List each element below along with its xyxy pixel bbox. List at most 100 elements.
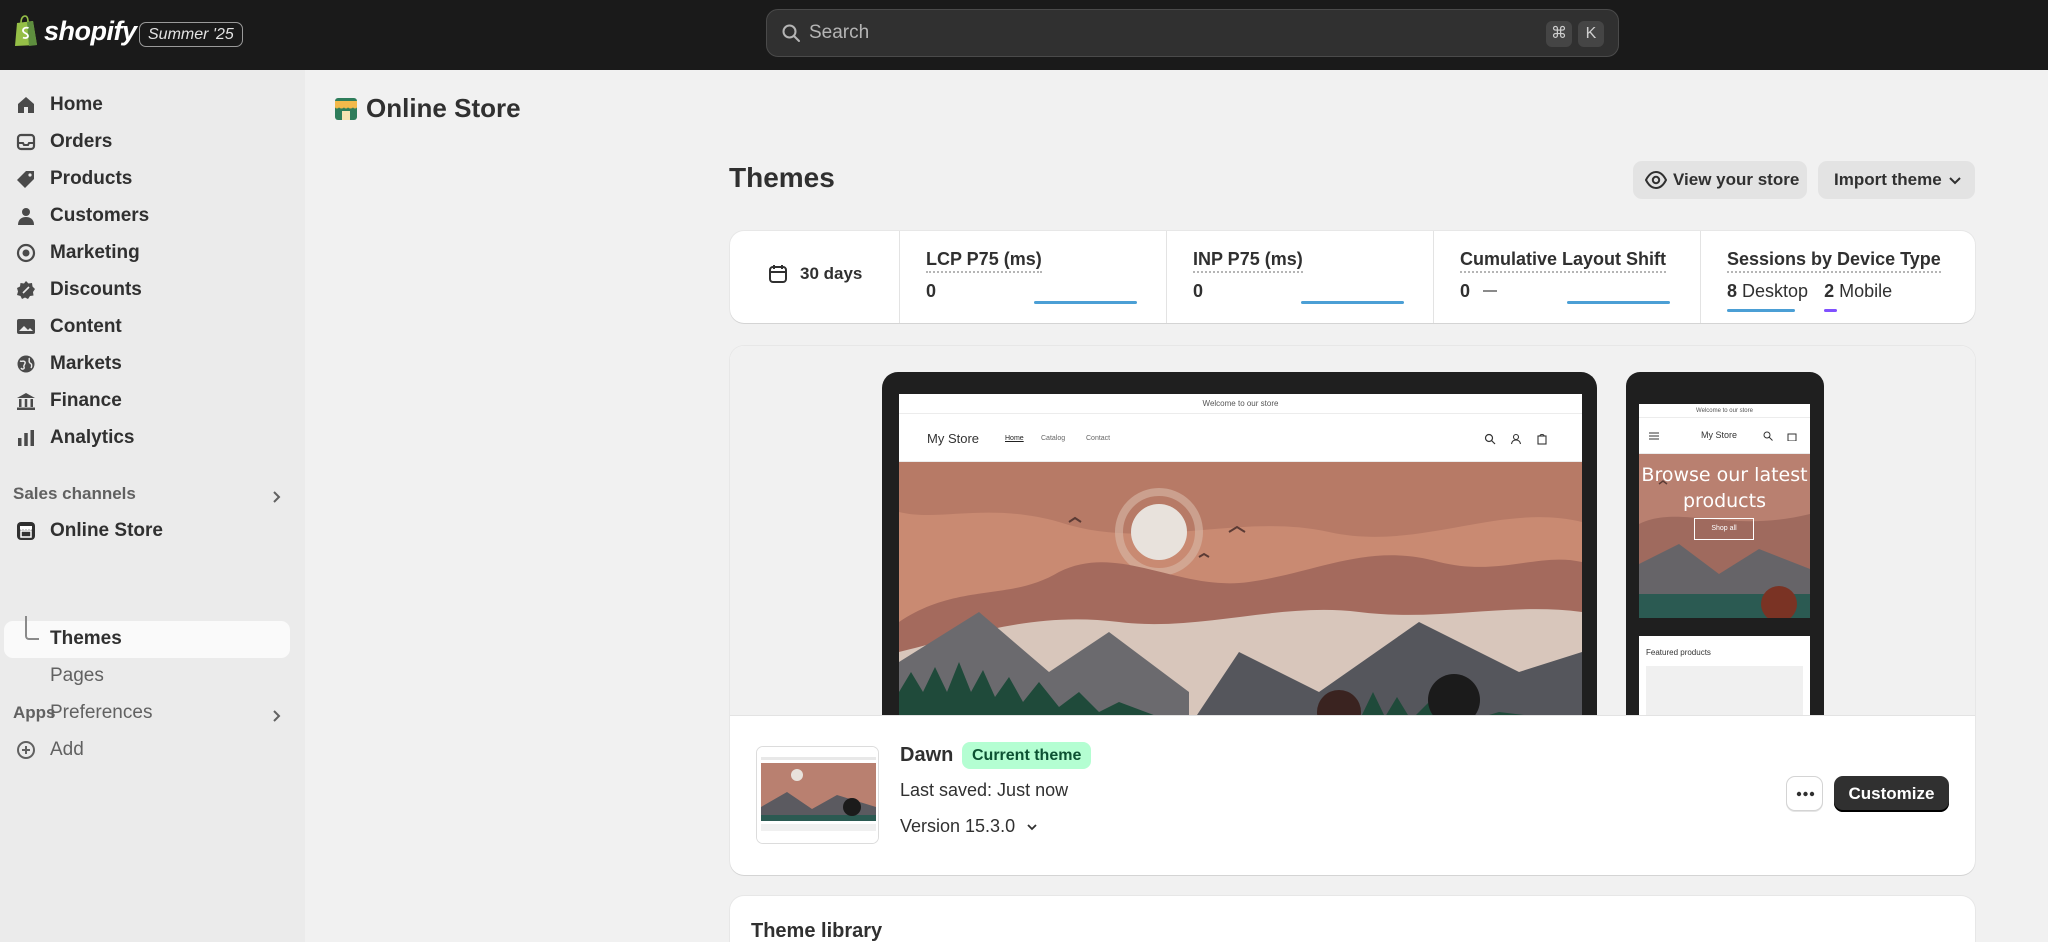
inp-value: 0 <box>1193 281 1204 301</box>
mobile-shop-all-button: Shop all <box>1694 518 1754 540</box>
page-title: Themes <box>729 162 835 193</box>
shopify-bag-icon <box>15 15 37 46</box>
theme-details-row: Dawn Current theme Last saved: Just now … <box>730 716 1975 875</box>
chevron-down-icon <box>1027 823 1037 830</box>
last-saved-text: Last saved: Just now <box>900 780 1069 800</box>
desktop-label: Desktop <box>1742 281 1809 301</box>
search-icon <box>1484 433 1496 445</box>
plus-circle-icon <box>17 741 35 759</box>
home-icon <box>18 97 34 113</box>
sidebar-item-marketing[interactable]: Marketing <box>0 235 290 271</box>
sidebar-item-content[interactable]: Content <box>0 309 290 345</box>
sidebar-item-home[interactable]: Home <box>0 87 290 123</box>
account-icon <box>1510 433 1522 445</box>
sidebar-item-label: Home <box>50 94 103 115</box>
view-store-button[interactable]: View your store <box>1633 161 1807 199</box>
date-range-selector[interactable]: 30 days <box>768 264 862 284</box>
sidebar-item-orders[interactable]: Orders <box>0 124 290 160</box>
sidebar-item-finance[interactable]: Finance <box>0 383 290 419</box>
sidebar-item-analytics[interactable]: Analytics <box>0 420 290 456</box>
globe-icon <box>17 355 35 373</box>
sidebar-item-label: Products <box>50 168 133 189</box>
desktop-preview: Welcome to our store My Store Home Catal… <box>882 372 1597 715</box>
search-bar[interactable]: Search ⌘ K <box>766 9 1619 57</box>
cls-value: 0 <box>1460 281 1471 301</box>
version-selector[interactable]: Version 15.3.0 <box>900 816 1039 837</box>
divider <box>899 231 900 323</box>
inp-title: INP P75 (ms) <box>1193 249 1303 273</box>
image-icon <box>17 319 35 334</box>
sidebar-item-label: Customers <box>50 205 150 226</box>
inp-metric[interactable]: INP P75 (ms) 0 <box>1193 231 1433 323</box>
desktop-preview-screen: Welcome to our store My Store Home Catal… <box>899 394 1582 715</box>
view-store-label: View your store <box>1673 170 1800 189</box>
version-label: Version 15.3.0 <box>900 816 1016 836</box>
sales-channels-heading[interactable]: Sales channels <box>13 484 136 504</box>
person-icon <box>18 208 34 225</box>
apps-heading[interactable]: Apps <box>13 703 56 723</box>
sidebar-item-label: Marketing <box>50 242 140 263</box>
cls-sparkline <box>1567 301 1670 304</box>
target-icon <box>16 243 36 263</box>
sessions-metric[interactable]: Sessions by Device Type 8 Desktop 2 Mobile <box>1727 231 1967 323</box>
device-breakdown: 8 Desktop 2 Mobile <box>1727 281 1908 312</box>
current-theme-badge: Current theme <box>962 742 1092 769</box>
page-heading-text: Online Store <box>366 93 521 123</box>
more-actions-button[interactable] <box>1786 776 1823 811</box>
performance-metrics-card: 30 days LCP P75 (ms) 0 INP P75 (ms) 0 Cu… <box>730 231 1975 323</box>
mobile-hero-footer <box>1639 618 1810 636</box>
store-header: My Store Home Catalog Contact <box>899 414 1582 462</box>
mobile-bar <box>1824 309 1838 312</box>
chevron-right-icon[interactable] <box>268 708 284 724</box>
mobile-count: 2 <box>1824 281 1835 301</box>
sidebar-item-label: Online Store <box>50 520 163 541</box>
chevron-down-icon <box>1949 177 1961 185</box>
eye-icon <box>1645 170 1667 190</box>
store-nav-catalog: Catalog <box>1041 435 1066 442</box>
shopify-logo[interactable]: shopify <box>13 15 137 47</box>
sidebar-item-markets[interactable]: Markets <box>0 346 290 382</box>
ellipsis-icon <box>1796 791 1815 797</box>
search-icon <box>1763 431 1773 441</box>
theme-thumbnail[interactable] <box>756 746 879 844</box>
import-theme-label: Import theme <box>1834 170 1942 189</box>
chevron-right-icon[interactable] <box>268 489 284 505</box>
sidebar-item-label: Orders <box>50 131 113 152</box>
lcp-metric[interactable]: LCP P75 (ms) 0 <box>926 231 1166 323</box>
sidebar-item-label: Markets <box>50 353 122 374</box>
theme-preview[interactable]: Welcome to our store My Store Home Catal… <box>730 346 1975 716</box>
announcement-bar: Welcome to our store <box>899 394 1582 414</box>
sidebar-item-add[interactable]: Add <box>0 732 290 768</box>
menu-icon <box>1649 432 1659 440</box>
sessions-title: Sessions by Device Type <box>1727 249 1941 273</box>
sidebar-item-customers[interactable]: Customers <box>0 198 290 234</box>
store-icon <box>17 522 35 540</box>
search-placeholder: Search <box>809 22 870 43</box>
online-store-icon <box>335 97 357 120</box>
sidebar-item-label: Content <box>50 316 122 337</box>
sidebar-item-discounts[interactable]: Discounts <box>0 272 290 308</box>
divider <box>1433 231 1434 323</box>
sidebar: Home Orders Products Customers Marketing… <box>0 70 305 942</box>
cls-metric[interactable]: Cumulative Layout Shift 0 <box>1460 231 1700 323</box>
sidebar-item-online-store[interactable]: Online Store <box>0 513 290 549</box>
customize-button[interactable]: Customize <box>1834 776 1949 812</box>
store-nav-home: Home <box>1005 435 1024 442</box>
lcp-title: LCP P75 (ms) <box>926 249 1042 273</box>
lcp-value: 0 <box>926 281 937 301</box>
date-range-label: 30 days <box>800 264 863 283</box>
cls-dash <box>1483 290 1497 292</box>
mobile-hero-heading: Browse our latest products <box>1641 464 1808 512</box>
shortcut-k-key: K <box>1578 21 1604 47</box>
sidebar-item-pages[interactable]: Pages <box>0 658 290 694</box>
import-theme-button[interactable]: Import theme <box>1818 161 1975 199</box>
sidebar-item-label: Analytics <box>50 427 135 448</box>
sidebar-item-label: Discounts <box>50 279 142 300</box>
cls-title: Cumulative Layout Shift <box>1460 249 1667 273</box>
sidebar-item-label: Finance <box>50 390 122 411</box>
sidebar-item-products[interactable]: Products <box>0 161 290 197</box>
sidebar-item-themes[interactable]: Themes <box>0 621 290 657</box>
divider <box>1700 231 1701 323</box>
chart-icon <box>18 430 34 446</box>
edition-badge[interactable]: Summer '25 <box>139 22 243 47</box>
